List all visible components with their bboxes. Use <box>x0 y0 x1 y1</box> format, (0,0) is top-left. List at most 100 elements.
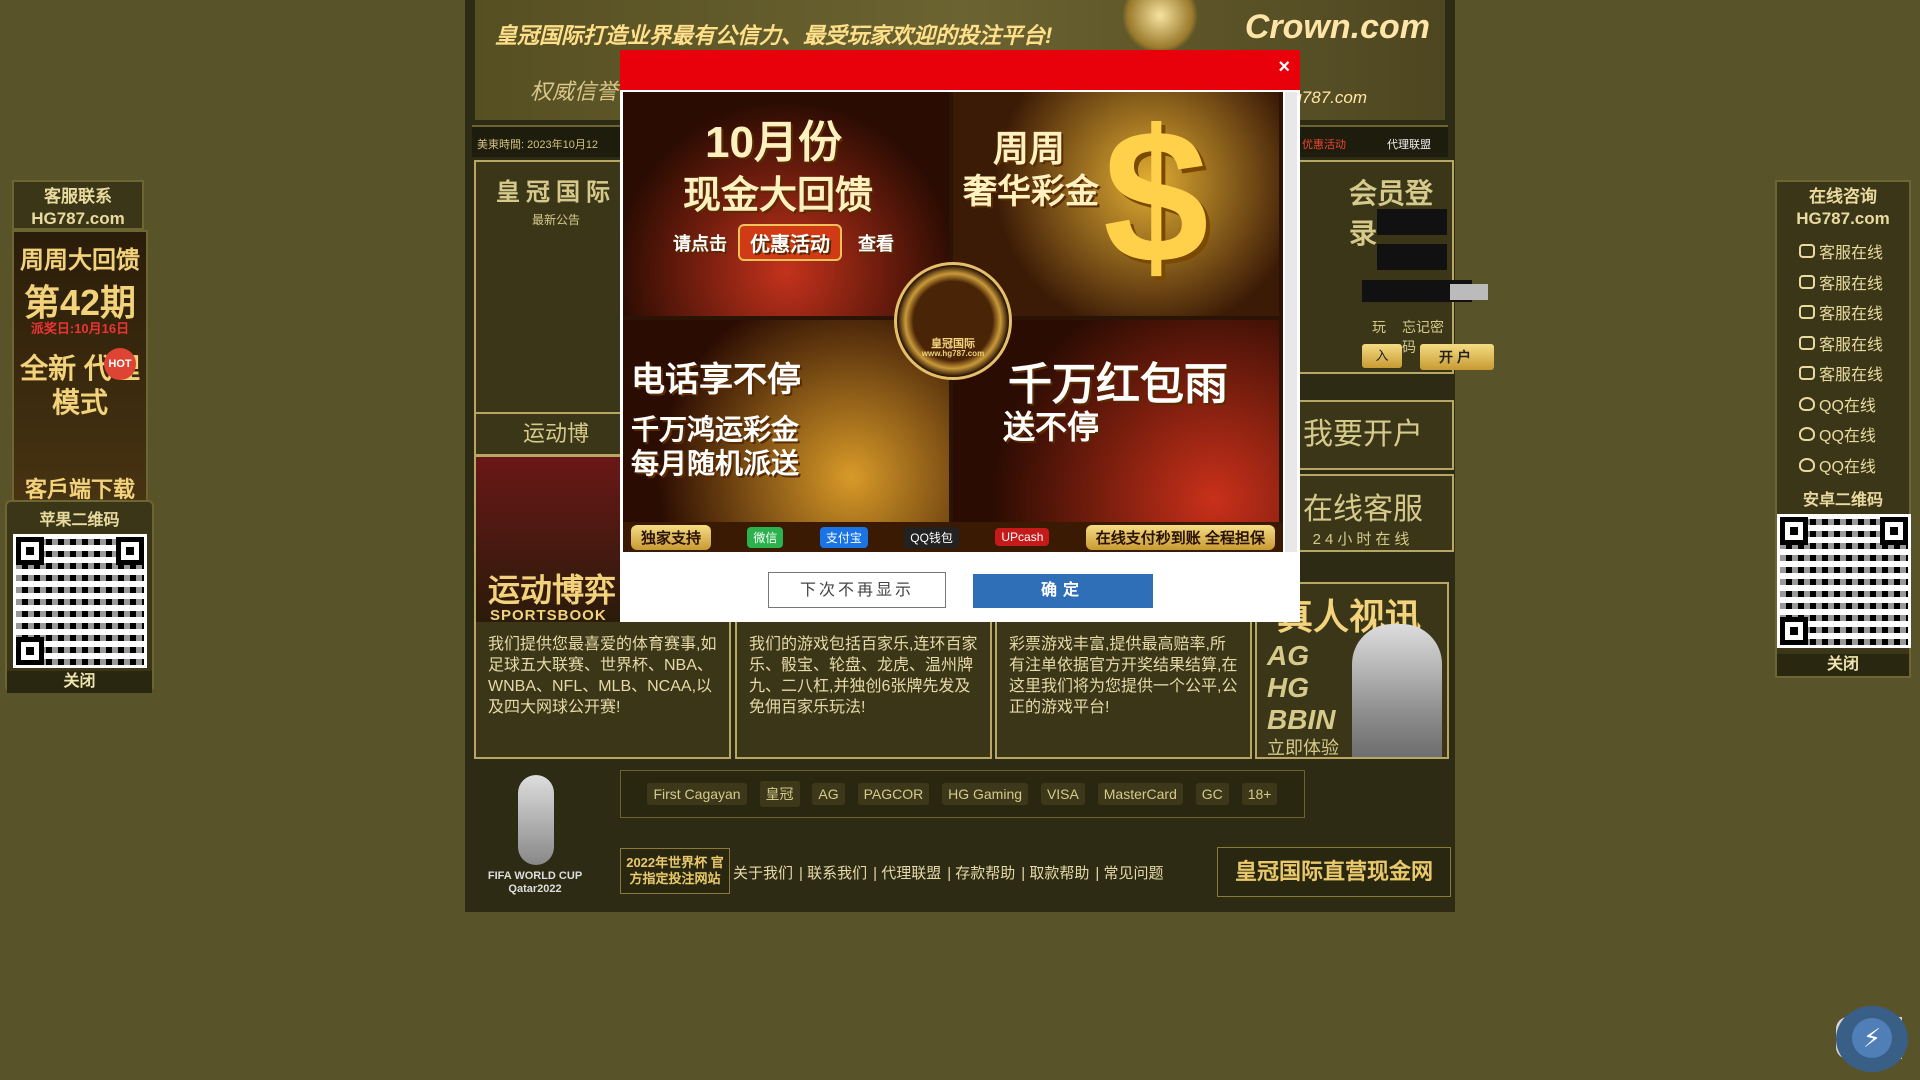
service-label: 客服在线 <box>1819 245 1884 263</box>
service-label: 客服在线 <box>1819 306 1884 324</box>
partner-logo: VISA <box>1040 783 1085 805</box>
left-qr-box: 苹果二维码 关闭 <box>5 500 154 693</box>
service-item[interactable]: 客服在线 <box>1777 297 1909 328</box>
footer-link-deposit[interactable]: 存款帮助 <box>955 865 1015 882</box>
captcha-image[interactable] <box>1450 284 1488 300</box>
footer-link-faq[interactable]: 常见问题 <box>1103 865 1163 882</box>
cup-line-2: Qatar2022 <box>508 883 562 895</box>
promo-banner[interactable]: 10月份 现金大回馈 请点击 优惠活动 查看 周周 奢华彩金 $ 电话享不停 千… <box>623 92 1283 552</box>
left-float-body[interactable]: 周周大回馈 第42期 派奖日:10月16日 全新 代理模式 HOT 客戶端下载 <box>12 230 148 524</box>
left-close-button[interactable]: 关闭 <box>7 671 152 693</box>
promo-click-text: 请点击 <box>673 234 727 254</box>
payment-strip: 独家支持 微信 支付宝 QQ钱包 UPcash 在线支付秒到账 全程担保 <box>623 522 1283 552</box>
partner-logo: MasterCard <box>1097 783 1183 805</box>
online-service-title: 在线客服 <box>1303 493 1423 526</box>
crown-icon <box>1120 0 1200 52</box>
left-float-head[interactable]: 客服联系 HG787.com <box>12 180 144 230</box>
android-qr-title: 安卓二维码 <box>1802 492 1883 509</box>
upcash-icon: UPcash <box>995 528 1050 546</box>
promo-weekly: 周周 奢华彩金 $ <box>953 92 1279 316</box>
modal-scrollbar[interactable] <box>1285 92 1297 552</box>
confirm-button[interactable]: 确定 <box>973 574 1153 608</box>
footer-link-about[interactable]: 关于我们 <box>733 865 793 882</box>
android-qr-code <box>1777 514 1911 648</box>
service-item[interactable]: 客服在线 <box>1777 236 1909 267</box>
live-brands: AG HG BBIN <box>1267 640 1335 736</box>
right-close-button[interactable]: 关闭 <box>1777 654 1909 676</box>
world-cup-trophy-icon <box>518 775 554 865</box>
service-item[interactable]: 客服在线 <box>1777 358 1909 389</box>
close-icon[interactable]: × <box>1278 56 1290 79</box>
right-float-head[interactable]: 在线咨询 HG787.com <box>1777 182 1909 230</box>
promo-random: 每月随机派送 <box>631 448 800 479</box>
partner-logo: PAGCOR <box>857 783 930 805</box>
dollar-icon: $ <box>1103 92 1209 303</box>
promo-cashback: 10月份 现金大回馈 请点击 优惠活动 查看 <box>623 92 949 316</box>
promo-modal: × 10月份 现金大回馈 请点击 优惠活动 查看 周周 奢华彩金 $ 电话享不停… <box>620 50 1300 622</box>
qq-label: QQ在线 <box>1819 458 1876 476</box>
sports-tab[interactable]: 运动博 <box>474 412 638 456</box>
live-cta[interactable]: 立即体验 <box>1267 734 1339 757</box>
left-float-head-2: HG787.com <box>31 209 125 228</box>
remember-label[interactable]: 玩 <box>1372 317 1386 337</box>
qq-icon <box>1799 457 1815 472</box>
chat-icon <box>1799 366 1815 381</box>
notice-title: 皇冠国际 <box>496 179 616 206</box>
chat-icon <box>1799 274 1815 289</box>
footer-brand: 皇冠国际直营现金网 <box>1217 847 1451 897</box>
login-button[interactable]: 入 <box>1362 344 1402 368</box>
qq-item[interactable]: QQ在线 <box>1777 450 1909 481</box>
logo-c: Crown.com <box>1244 8 1430 46</box>
site-logo[interactable]: Crown.com <box>1245 8 1430 47</box>
nav-agent-link[interactable]: 代理联盟 <box>1387 136 1431 152</box>
promo-month: 10月份 <box>705 118 842 167</box>
chat-icon <box>1799 335 1815 350</box>
service-label: 客服在线 <box>1819 367 1884 385</box>
service-label: 客服在线 <box>1819 275 1884 293</box>
hot-badge: HOT <box>104 348 136 380</box>
qq-wallet-icon: QQ钱包 <box>904 526 959 548</box>
promo-lux: 奢华彩金 <box>963 173 1099 211</box>
partner-logo: 皇冠 <box>759 781 800 807</box>
promo-view-text: 查看 <box>858 234 894 254</box>
open-account-button[interactable]: 开户 <box>1420 344 1494 370</box>
right-float-head-2: HG787.com <box>1796 209 1890 228</box>
sports-en-title: SPORTSBOOK <box>490 607 607 624</box>
sports-desc: 我们提供您最喜爱的体育赛事,如足球五大联赛、世界杯、NBA、WNBA、NFL、M… <box>488 636 717 716</box>
right-float-head-1: 在线咨询 <box>1809 187 1877 206</box>
promo-red-sub: 送不停 <box>1003 409 1100 445</box>
partner-logo: HG Gaming <box>942 783 1029 805</box>
dont-show-again-button[interactable]: 下次不再显示 <box>768 572 946 608</box>
footer-link-agent[interactable]: 代理联盟 <box>881 865 941 882</box>
promo-cashback-title: 现金大回馈 <box>683 175 874 217</box>
password-field[interactable] <box>1377 244 1447 270</box>
crown-logo-url: www.hg787.com <box>921 349 985 358</box>
live-host-photo <box>1352 624 1442 757</box>
right-float-banner: 在线咨询 HG787.com 客服在线 客服在线 客服在线 客服在线 客服在线 … <box>1775 180 1911 678</box>
nav-promo-link[interactable]: 优惠活动 <box>1302 136 1346 152</box>
world-cup-text: FIFA WORLD CUP Qatar2022 <box>480 870 590 896</box>
username-field[interactable] <box>1377 209 1447 235</box>
brand-hg: HG <box>1267 672 1309 703</box>
lottery-desc: 彩票游戏丰富,提供最高赔率,所有注单依据官方开奖结果结算,在这里我们将为您提供一… <box>1009 636 1238 716</box>
promo-activity-button[interactable]: 优惠活动 <box>738 224 842 261</box>
header-slogan: 皇冠国际打造业界最有公信力、最受玩家欢迎的投注平台! <box>495 23 1053 48</box>
service-item[interactable]: 客服在线 <box>1777 267 1909 298</box>
sports-title: 运动博弈 <box>488 572 617 608</box>
qq-label: QQ在线 <box>1819 428 1876 446</box>
partner-logo: First Cagayan <box>647 783 747 805</box>
service-item[interactable]: 客服在线 <box>1777 328 1909 359</box>
footer-link-contact[interactable]: 联系我们 <box>807 865 867 882</box>
qq-icon <box>1799 396 1815 411</box>
qq-item[interactable]: QQ在线 <box>1777 389 1909 420</box>
instant-payment: 在线支付秒到账 全程担保 <box>1085 524 1275 550</box>
qq-item[interactable]: QQ在线 <box>1777 419 1909 450</box>
apple-qr-code <box>12 534 147 668</box>
chat-icon <box>1799 244 1815 259</box>
footer-link-withdraw[interactable]: 取款帮助 <box>1029 865 1089 882</box>
server-time: 美東時間: 2023年10月12 <box>477 139 599 151</box>
service-label: 客服在线 <box>1819 336 1884 354</box>
notice-panel: 皇冠国际 最新公告 <box>474 160 638 414</box>
brand-bbin: BBIN <box>1267 704 1336 735</box>
service-list: 客服在线 客服在线 客服在线 客服在线 客服在线 QQ在线 QQ在线 QQ在线 <box>1777 236 1909 480</box>
